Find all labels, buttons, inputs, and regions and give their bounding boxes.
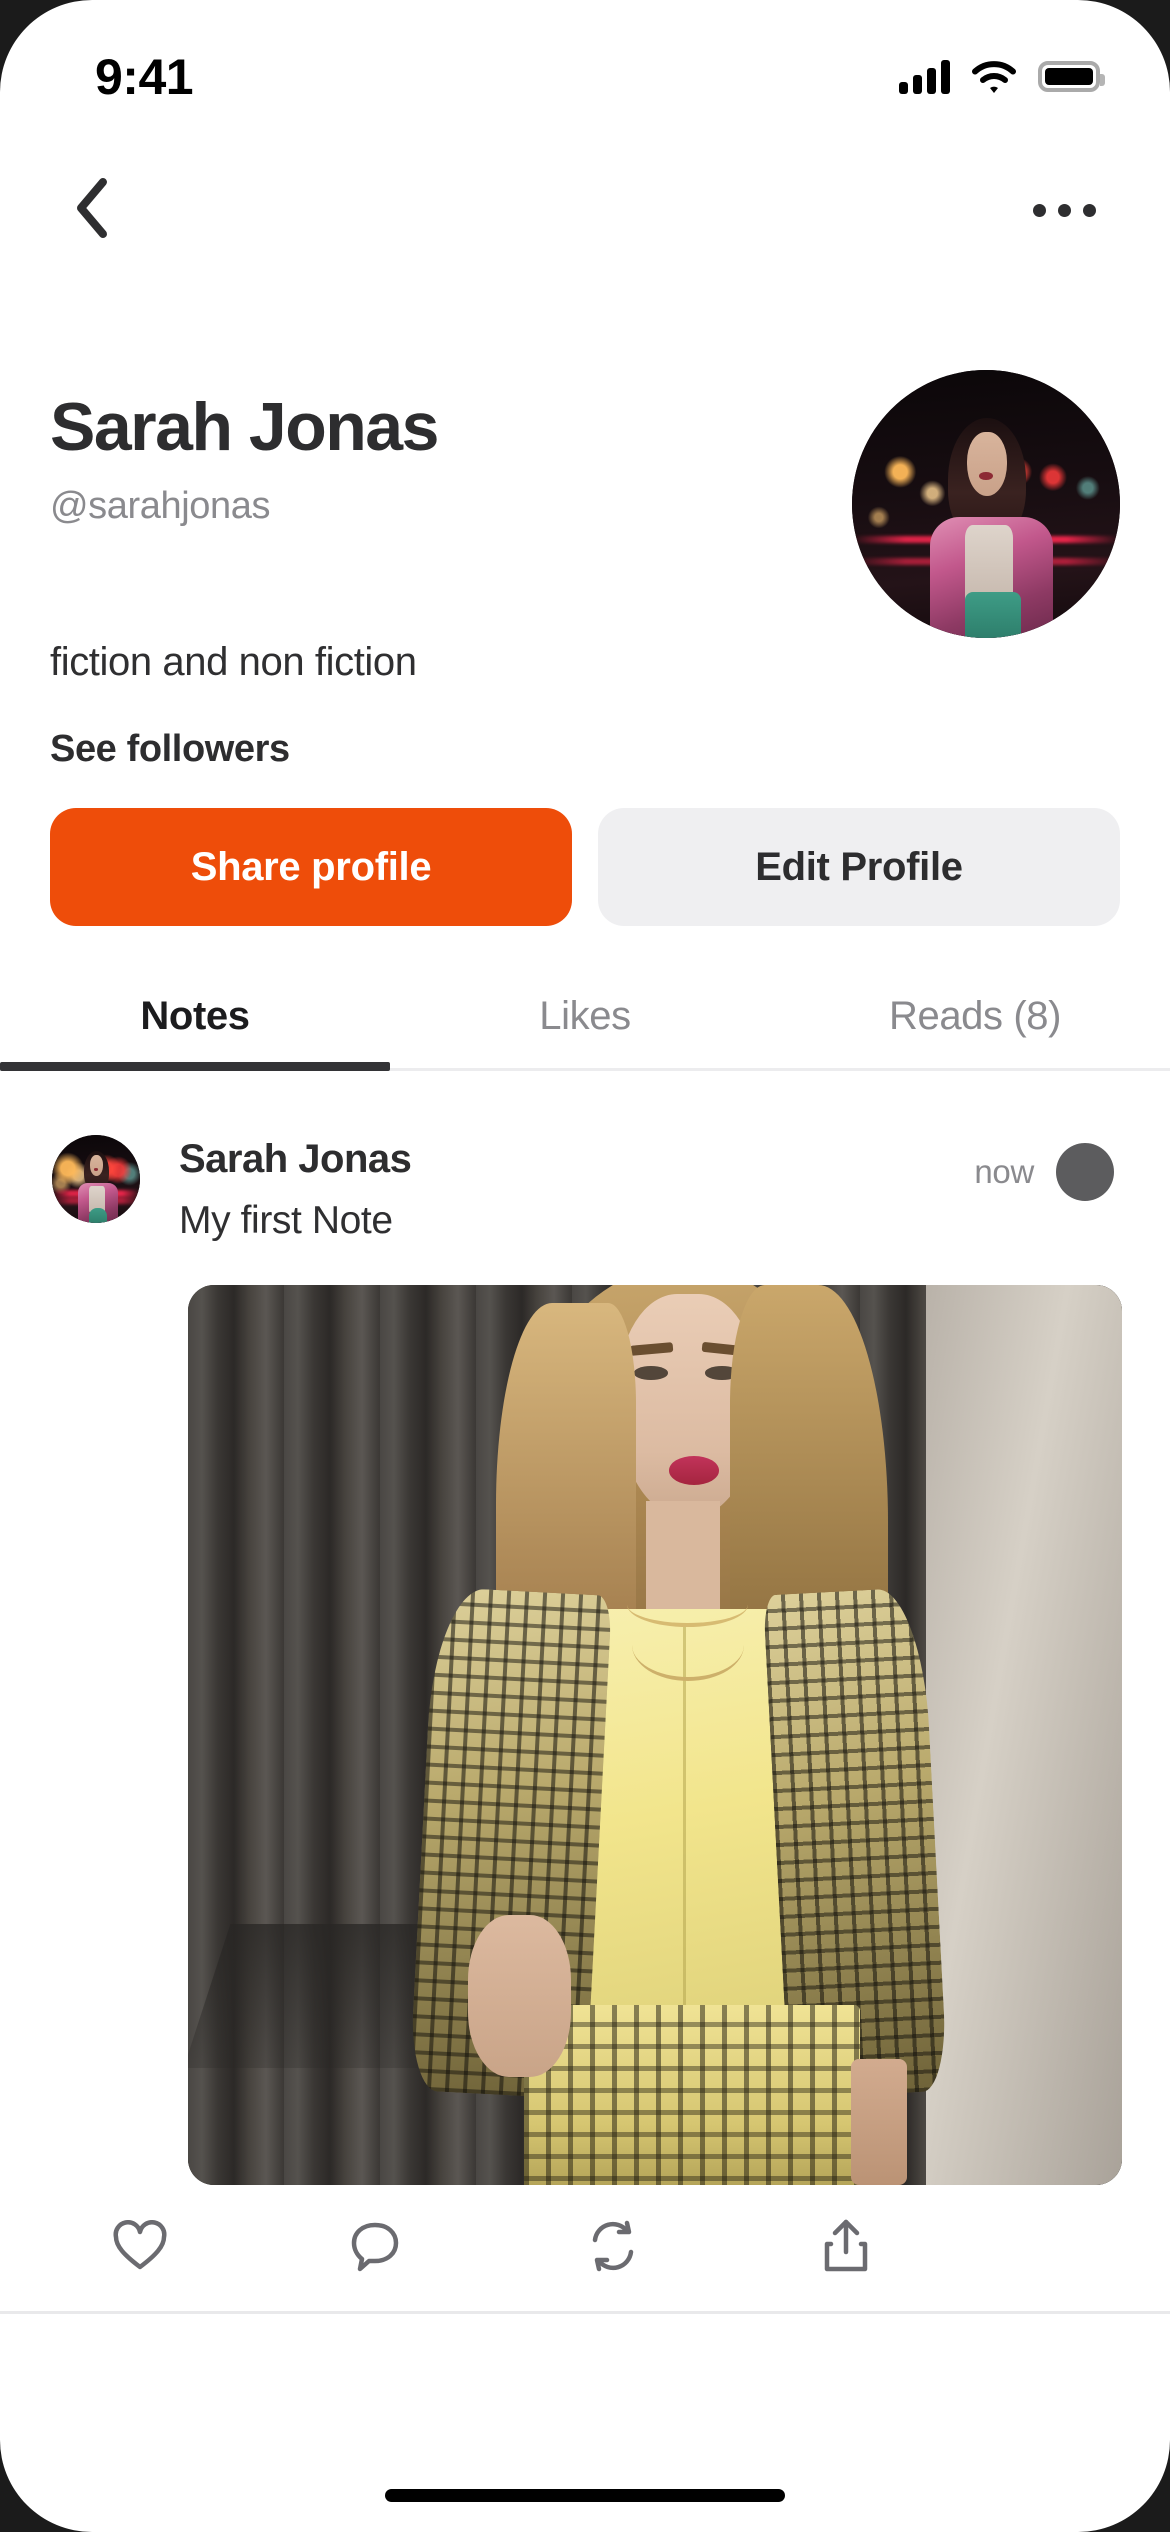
status-bar: 9:41 (0, 0, 1170, 125)
battery-icon (1038, 61, 1105, 92)
repost-icon (592, 2220, 634, 2272)
profile-name-block: Sarah Jonas @sarahjonas (50, 370, 439, 528)
post-image-content (188, 1285, 1122, 2185)
post-avatar-image (52, 1135, 140, 1223)
see-followers-link[interactable]: See followers (50, 728, 290, 771)
ellipsis-icon (1033, 203, 1046, 217)
profile-tabs: Notes Likes Reads (8) (0, 960, 1170, 1072)
post-image[interactable] (188, 1285, 1122, 2185)
more-options-button[interactable] (1015, 186, 1114, 235)
ellipsis-icon (1058, 203, 1071, 217)
post-header-right: now (974, 1135, 1114, 1201)
back-button[interactable] (70, 176, 116, 245)
post-body-text: My first Note (179, 1199, 393, 1242)
post-author-name: Sarah Jonas (179, 1137, 412, 1181)
profile-header: Sarah Jonas @sarahjonas (0, 370, 1170, 638)
post-divider (0, 2311, 1170, 2314)
heart-icon (113, 2220, 167, 2270)
share-button[interactable] (822, 2218, 1059, 2274)
post-actions (0, 2218, 1170, 2274)
repost-button[interactable] (585, 2218, 822, 2274)
share-icon (824, 2219, 867, 2272)
profile-bio: fiction and non fiction (50, 640, 417, 684)
comment-button[interactable] (349, 2218, 586, 2274)
post-avatar[interactable] (52, 1135, 140, 1223)
tab-reads[interactable]: Reads (8) (780, 960, 1170, 1072)
post-reader-avatar[interactable] (1056, 1143, 1114, 1201)
profile-handle: @sarahjonas (50, 485, 271, 528)
signal-icon (899, 59, 950, 94)
phone-screen: 9:41 Sarah Jonas @sarahjonas fiction and… (0, 0, 1170, 2532)
profile-actions: Share profile Edit Profile (50, 808, 1120, 926)
avatar-image (852, 370, 1120, 638)
status-icons (899, 59, 1105, 94)
post-timestamp: now (974, 1153, 1034, 1190)
tab-notes[interactable]: Notes (0, 960, 390, 1072)
page-title: Sarah Jonas (50, 389, 439, 465)
chevron-left-icon (77, 177, 107, 238)
avatar[interactable] (852, 370, 1120, 638)
post-meta: Sarah Jonas My first Note (140, 1135, 974, 1243)
comment-icon (351, 2222, 398, 2272)
share-profile-button[interactable]: Share profile (50, 808, 572, 926)
active-tab-indicator (0, 1062, 390, 1071)
ellipsis-icon (1083, 203, 1096, 217)
like-button[interactable] (112, 2218, 349, 2274)
home-indicator[interactable] (385, 2489, 785, 2502)
edit-profile-button[interactable]: Edit Profile (598, 808, 1120, 926)
wifi-icon (972, 60, 1016, 93)
note-post: Sarah Jonas My first Note now (0, 1110, 1170, 1243)
post-header: Sarah Jonas My first Note now (0, 1110, 1170, 1243)
nav-bar (0, 160, 1170, 260)
tab-likes[interactable]: Likes (390, 960, 780, 1072)
status-time: 9:41 (95, 48, 194, 105)
